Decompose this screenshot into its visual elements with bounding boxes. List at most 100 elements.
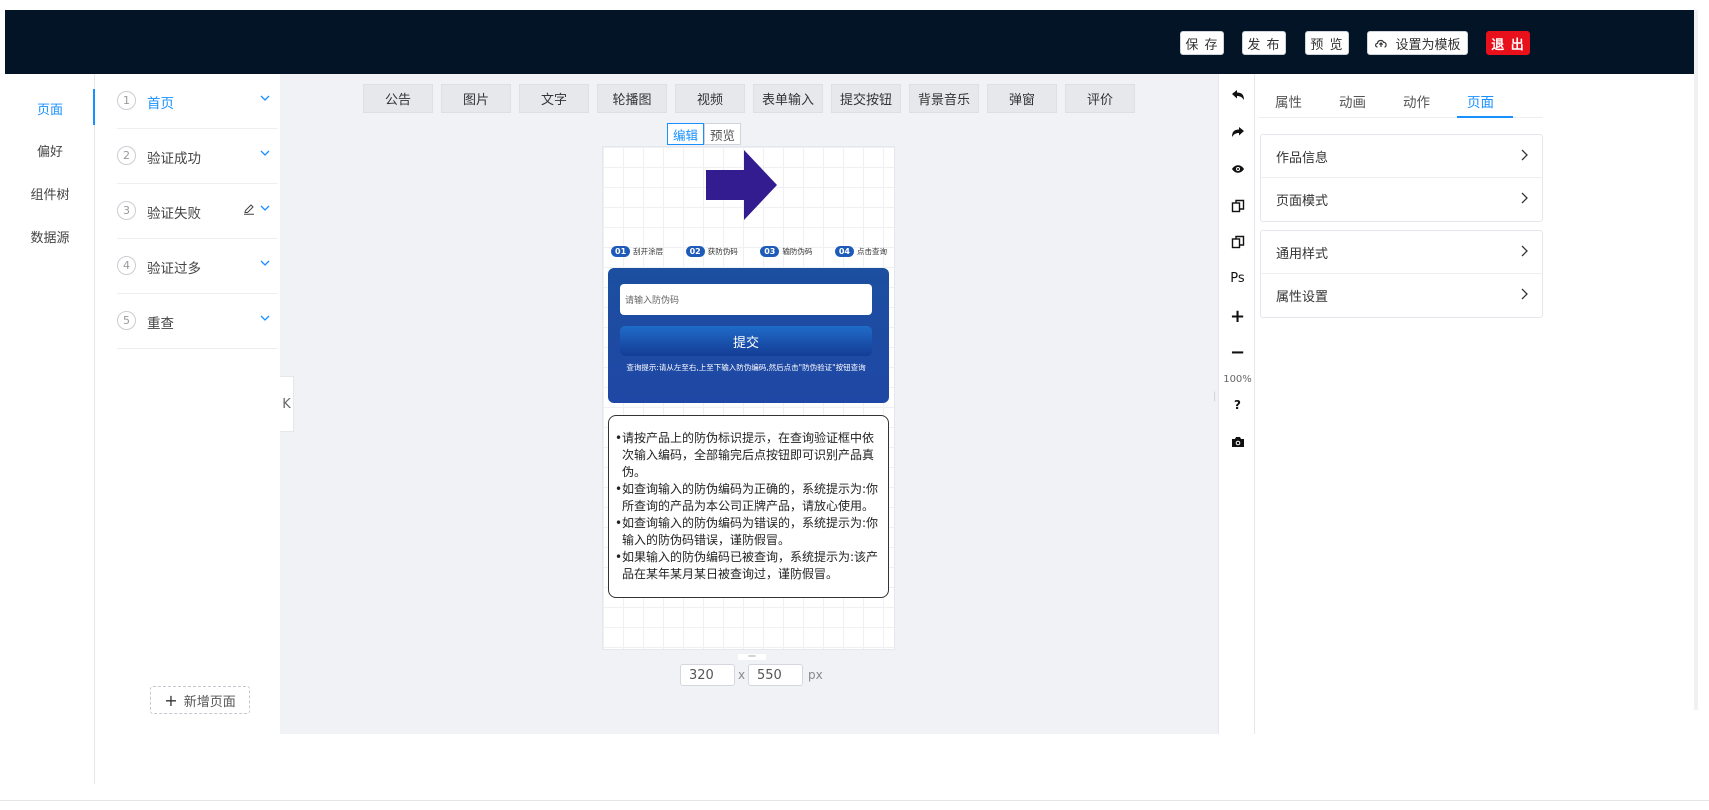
verify-box: 请输入防伪码 提交 查询提示:请从左至右,上至下输入防伪编码,然后点击"防伪验证… — [608, 268, 889, 403]
page-item-verify-success[interactable]: 2 验证成功 — [117, 129, 277, 184]
page-list: 1 首页 2 验证成功 3 验证失败 4 验证过多 5 重查 — [95, 74, 287, 784]
row-work-info[interactable]: 作品信息 — [1261, 135, 1542, 178]
row-page-mode[interactable]: 页面模式 — [1261, 178, 1542, 221]
page-number: 4 — [117, 256, 136, 275]
page-item-home[interactable]: 1 首页 — [117, 74, 277, 129]
step-badge: 01 — [611, 246, 631, 257]
add-page-label: 新增页面 — [183, 694, 236, 710]
size-separator: x — [738, 668, 746, 682]
publish-button[interactable]: 发 布 — [1242, 31, 1286, 55]
mode-switch: 编辑 预览 — [667, 123, 742, 145]
page-label: 重查 — [147, 316, 174, 332]
ps-button[interactable]: Ps — [1219, 271, 1256, 286]
panel-drag-handle[interactable]: | — [1213, 391, 1217, 409]
top-header: 保 存 发 布 预 览 设置为模板 退 出 — [5, 10, 1695, 74]
step-label: 点击查询 — [856, 247, 887, 256]
save-button[interactable]: 保 存 — [1180, 31, 1224, 55]
page-label: 验证过多 — [147, 261, 201, 277]
notice-item: 如查询输入的防伪编码为错误的，系统提示为:你输入的防伪码错误，谨防假冒。 — [615, 515, 884, 549]
chevron-down-icon[interactable] — [259, 203, 271, 213]
page-label: 验证失败 — [147, 206, 201, 222]
component-review[interactable]: 评价 — [1065, 84, 1135, 113]
page-number: 1 — [117, 91, 136, 110]
app-window: 保 存 发 布 预 览 设置为模板 退 出 页面 偏好 组件树 数据源 1 首页… — [5, 10, 1695, 792]
chevron-right-icon — [1521, 192, 1528, 204]
step-label: 输防伪码 — [782, 247, 813, 256]
steps-row: 01 刮开涂层 02 获防伪码 03 输防伪码 04 点击查询 — [611, 246, 887, 257]
eye-icon[interactable] — [1219, 164, 1256, 174]
row-label: 通用样式 — [1276, 246, 1329, 262]
component-popup[interactable]: 弹窗 — [987, 84, 1057, 113]
add-page-button[interactable]: + 新增页面 — [150, 686, 250, 714]
phone-canvas[interactable]: 01 刮开涂层 02 获防伪码 03 输防伪码 04 点击查询 请输入防伪码 提交 查询… — [602, 146, 895, 650]
left-nav: 页面 偏好 组件树 数据源 — [5, 74, 95, 784]
chevron-right-icon — [1521, 149, 1528, 161]
component-notice[interactable]: 公告 — [363, 84, 433, 113]
properties-panel: 属性 动画 动作 页面 作品信息 页面模式 通用样式 属性设置 — [1255, 74, 1695, 774]
nav-item-preferences[interactable]: 偏好 — [5, 141, 95, 160]
step-badge: 03 — [760, 246, 780, 257]
exit-button[interactable]: 退 出 — [1486, 31, 1530, 55]
nav-item-datasource[interactable]: 数据源 — [5, 227, 95, 246]
component-carousel[interactable]: 轮播图 — [597, 84, 667, 113]
code-input[interactable]: 请输入防伪码 — [620, 284, 872, 315]
canvas-width-input[interactable]: 320 — [680, 664, 735, 686]
step-item: 02 获防伪码 — [685, 246, 738, 257]
component-bg-music[interactable]: 背景音乐 — [909, 84, 979, 113]
page-item-verify-failed[interactable]: 3 验证失败 — [117, 184, 277, 239]
chevron-down-icon[interactable] — [259, 93, 271, 103]
chevron-down-icon[interactable] — [259, 148, 271, 158]
camera-icon[interactable] — [1219, 436, 1256, 448]
step-badge: 04 — [834, 246, 854, 257]
nav-item-pages[interactable]: 页面 — [5, 99, 95, 118]
tab-animation[interactable]: 动画 — [1339, 91, 1366, 111]
cloud-upload-icon — [1375, 39, 1388, 48]
chevron-down-icon[interactable] — [259, 313, 271, 323]
redo-icon[interactable] — [1219, 126, 1256, 138]
settings-group-page: 作品信息 页面模式 — [1260, 134, 1543, 222]
chevron-right-icon — [1521, 245, 1528, 257]
notice-item: 如果输入的防伪编码已被查询，系统提示为:该产品在某年某月某日被查询过，谨防假冒。 — [615, 549, 884, 583]
edit-pencil-icon[interactable] — [243, 203, 255, 215]
chevron-right-icon — [1521, 288, 1528, 300]
page-label: 验证成功 — [147, 151, 201, 167]
component-form-input[interactable]: 表单输入 — [753, 84, 823, 113]
edit-mode-tab[interactable]: 编辑 — [667, 123, 705, 145]
zoom-out-icon[interactable]: − — [1219, 342, 1256, 363]
page-item-verify-too-many[interactable]: 4 验证过多 — [117, 239, 277, 294]
chevron-down-icon[interactable] — [259, 258, 271, 268]
page-scrollbar[interactable] — [1694, 10, 1698, 710]
set-template-button[interactable]: 设置为模板 — [1367, 31, 1468, 55]
canvas-height-input[interactable]: 550 — [748, 664, 803, 686]
preview-mode-tab[interactable]: 预览 — [704, 123, 742, 145]
component-video[interactable]: 视频 — [675, 84, 745, 113]
row-label: 作品信息 — [1276, 150, 1329, 166]
notice-item: 请按产品上的防伪标识提示，在查询验证框中依次输入编码，全部输完后点按钮即可识别产… — [615, 430, 884, 481]
paste-icon[interactable] — [1219, 235, 1256, 249]
resize-handle[interactable]: ━━ — [738, 654, 766, 660]
help-button[interactable]: ? — [1219, 398, 1256, 412]
submit-button[interactable]: 提交 — [620, 326, 872, 356]
preview-button[interactable]: 预 览 — [1305, 31, 1349, 55]
tab-properties[interactable]: 属性 — [1275, 91, 1302, 111]
row-common-style[interactable]: 通用样式 — [1261, 231, 1542, 274]
arrow-right-icon[interactable] — [706, 150, 778, 220]
page-item-recheck[interactable]: 5 重查 — [117, 294, 277, 349]
step-label: 获防伪码 — [707, 247, 738, 256]
row-attribute-settings[interactable]: 属性设置 — [1261, 274, 1542, 317]
component-image[interactable]: 图片 — [441, 84, 511, 113]
collapse-panel-toggle[interactable]: K — [280, 376, 294, 432]
set-template-label: 设置为模板 — [1395, 37, 1461, 53]
plus-icon: + — [164, 690, 178, 710]
tab-page[interactable]: 页面 — [1467, 91, 1494, 111]
undo-icon[interactable] — [1219, 89, 1256, 101]
component-submit-button[interactable]: 提交按钮 — [831, 84, 901, 113]
page-label: 首页 — [147, 96, 174, 112]
nav-item-component-tree[interactable]: 组件树 — [5, 184, 95, 203]
component-text[interactable]: 文字 — [519, 84, 589, 113]
zoom-level: 100% — [1223, 374, 1252, 385]
copy-icon[interactable] — [1219, 199, 1256, 213]
tab-action[interactable]: 动作 — [1403, 91, 1430, 111]
zoom-in-icon[interactable]: + — [1219, 306, 1256, 327]
notice-text-box[interactable]: 请按产品上的防伪标识提示，在查询验证框中依次输入编码，全部输完后点按钮即可识别产… — [608, 415, 889, 598]
